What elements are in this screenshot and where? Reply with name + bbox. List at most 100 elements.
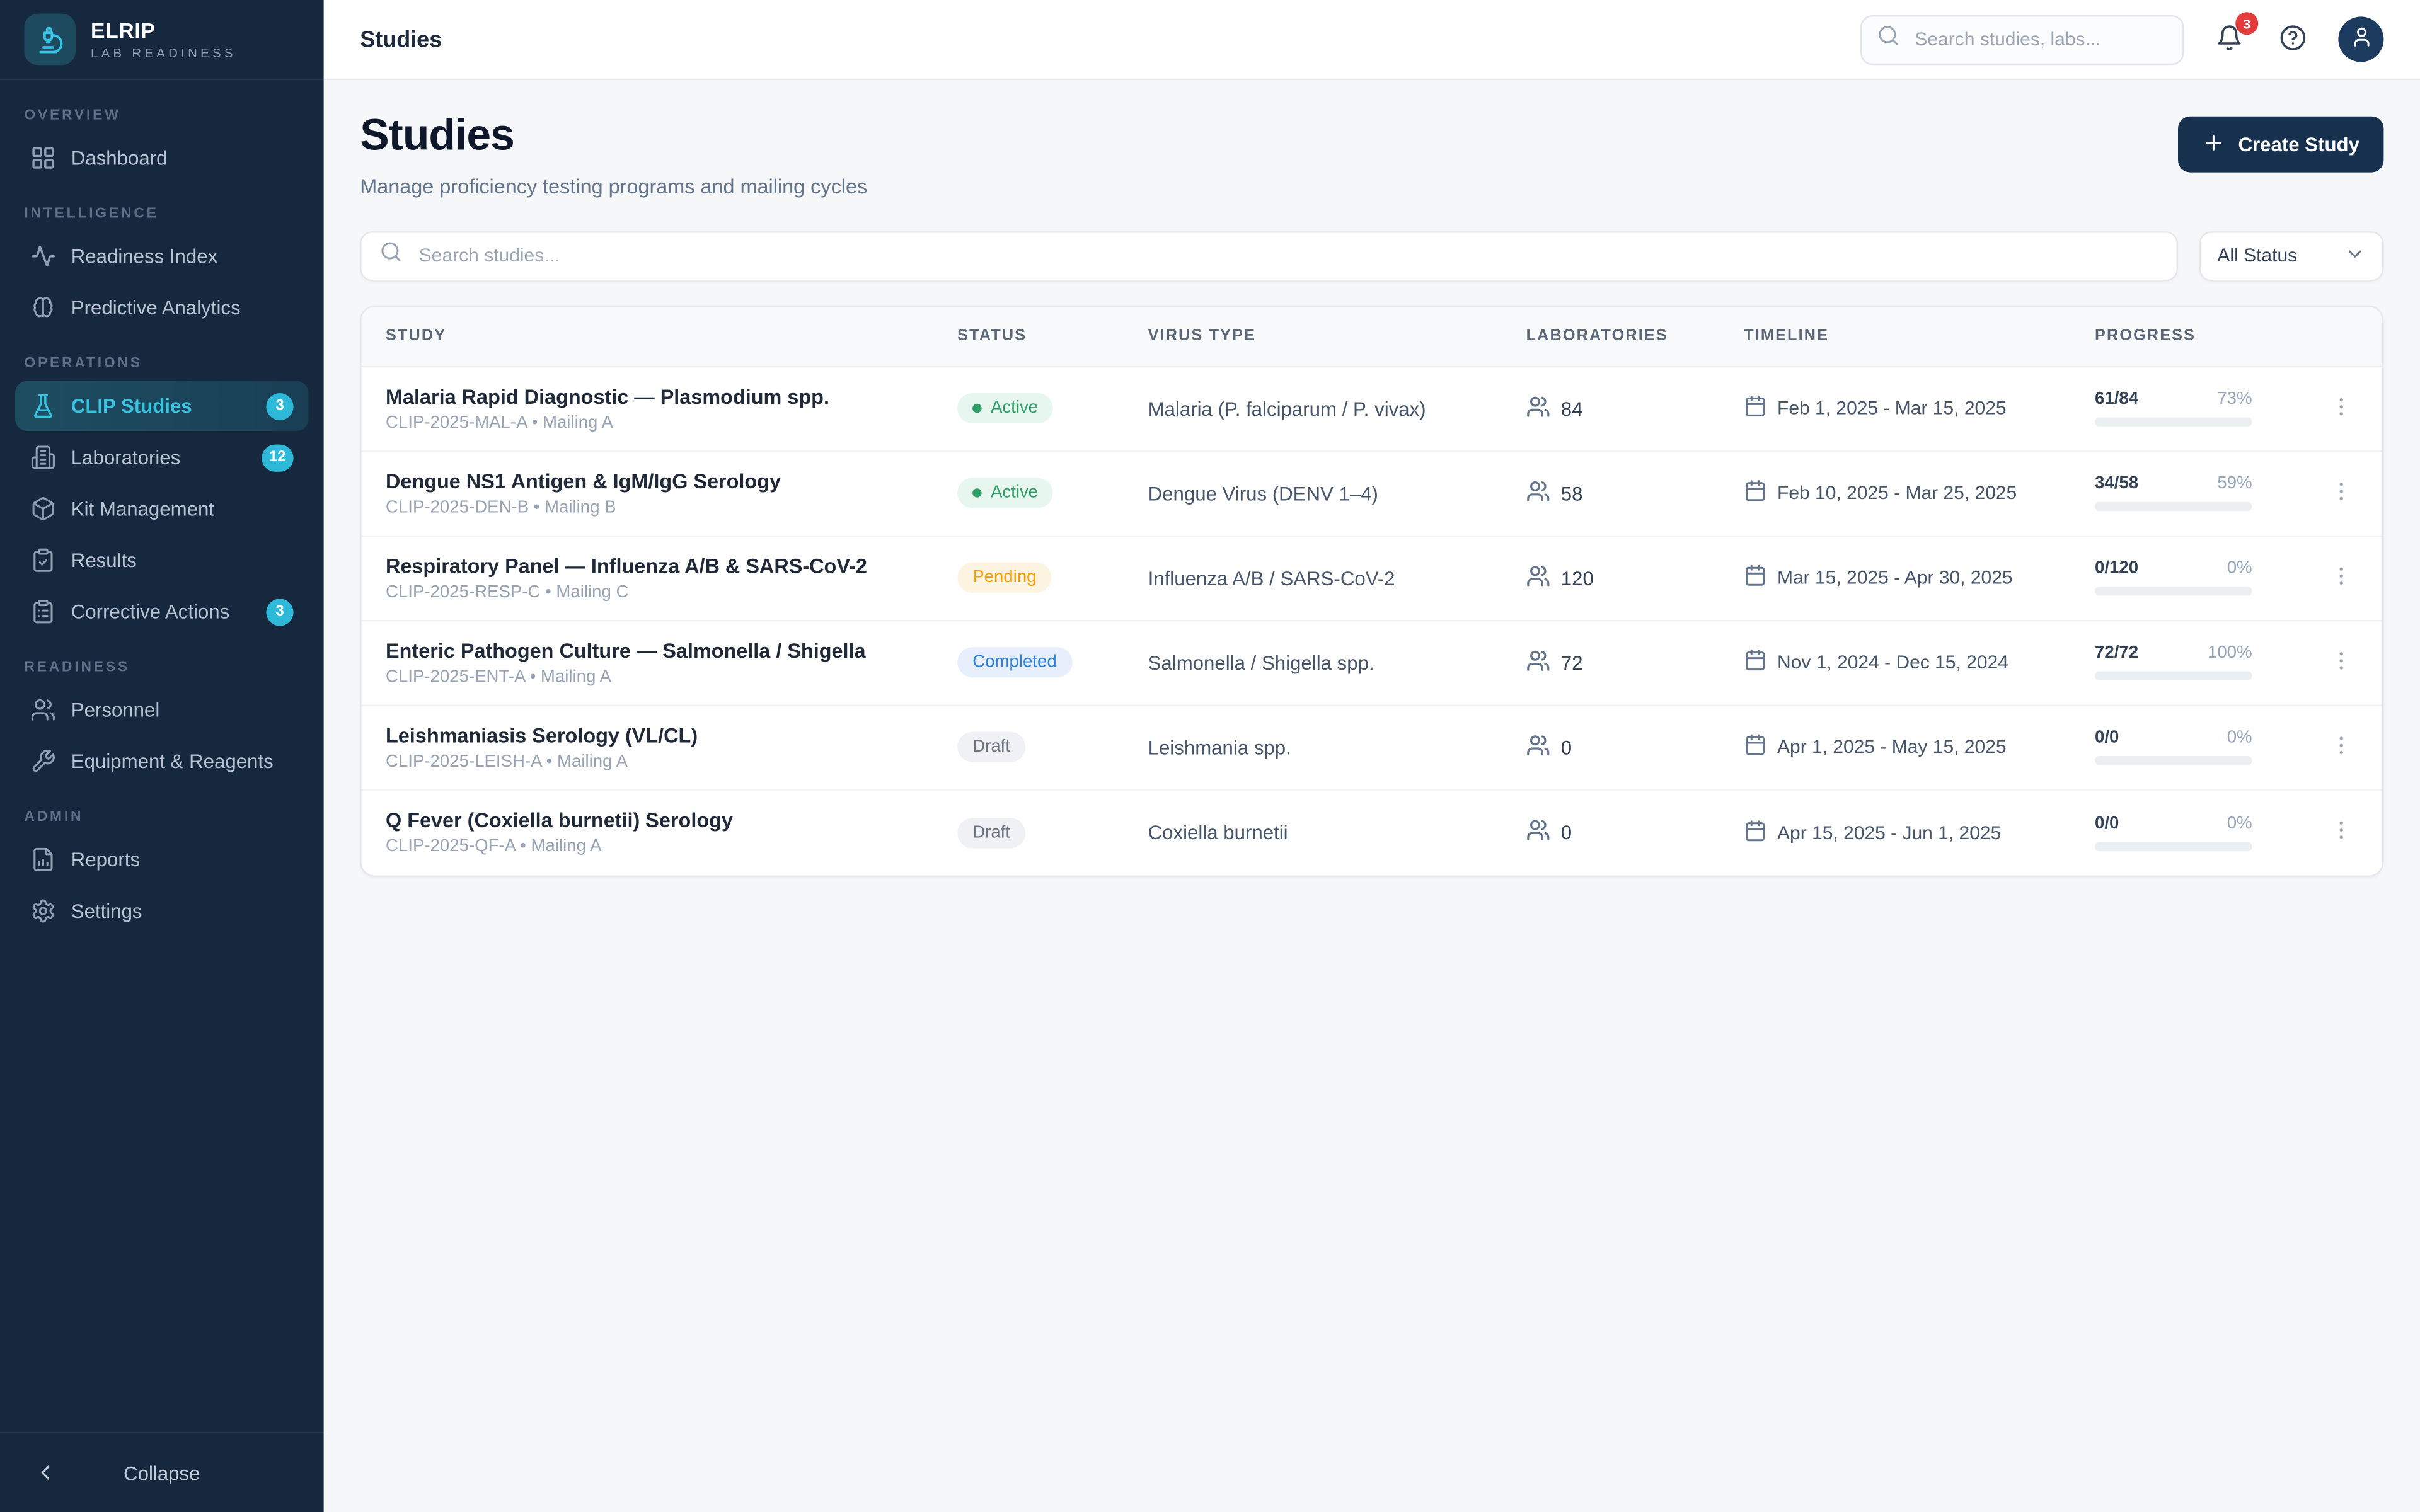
create-study-button[interactable]: Create Study <box>2178 117 2384 173</box>
flask-icon <box>30 393 56 419</box>
actions-cell <box>2322 728 2361 767</box>
table-body: Malaria Rapid Diagnostic — Plasmodium sp… <box>362 367 2382 875</box>
sidebar-item-label: Dashboard <box>71 147 294 169</box>
status-badge: Pending <box>957 563 1051 593</box>
timeline-text: Feb 1, 2025 - Mar 15, 2025 <box>1777 398 2007 420</box>
nav-section: READINESS Personnel Equipment & Reagents <box>15 638 309 786</box>
row-menu-button[interactable] <box>2322 559 2361 598</box>
virus-type-cell: Salmonella / Shigella spp. <box>1148 651 1526 674</box>
sidebar-item-label: Readiness Index <box>71 245 294 268</box>
sidebar-item-predictive-analytics[interactable]: Predictive Analytics <box>15 283 309 333</box>
timeline-text: Nov 1, 2024 - Dec 15, 2024 <box>1777 652 2008 673</box>
progress-bar <box>2095 418 2252 427</box>
row-menu-button[interactable] <box>2322 474 2361 513</box>
page-subtitle: Manage proficiency testing programs and … <box>360 175 867 198</box>
status-filter-select[interactable]: All Status <box>2199 231 2384 281</box>
sidebar-item-equipment-reagents[interactable]: Equipment & Reagents <box>15 736 309 786</box>
user-avatar[interactable] <box>2338 16 2383 62</box>
page-title: Studies <box>360 113 867 162</box>
virus-type-cell: Leishmania spp. <box>1148 736 1526 759</box>
search-icon <box>379 241 402 272</box>
nav-section-label: INTELLIGENCE <box>15 185 309 231</box>
timeline-text: Mar 15, 2025 - Apr 30, 2025 <box>1777 568 2013 589</box>
sidebar-item-kit-management[interactable]: Kit Management <box>15 484 309 534</box>
progress-cell: 0/120 0% <box>2095 560 2252 597</box>
users-icon <box>1526 394 1550 423</box>
status-cell: Pending <box>957 563 1148 593</box>
virus-type-cell: Influenza A/B / SARS-CoV-2 <box>1148 567 1526 590</box>
study-title: Leishmaniasis Serology (VL/CL) <box>386 724 930 747</box>
sidebar-item-settings[interactable]: Settings <box>15 886 309 936</box>
row-menu-button[interactable] <box>2322 813 2361 852</box>
kebab-icon <box>2329 479 2353 508</box>
sidebar-item-laboratories[interactable]: Laboratories12 <box>15 432 309 482</box>
table-row[interactable]: Q Fever (Coxiella burnetii) Serology CLI… <box>362 791 2382 875</box>
brain-icon <box>30 295 56 321</box>
report-icon <box>30 847 56 873</box>
study-meta: CLIP-2025-ENT-A • Mailing A <box>386 668 930 687</box>
notifications-button[interactable]: 3 <box>2211 21 2248 58</box>
table-row[interactable]: Dengue NS1 Antigen & IgM/IgG Serology CL… <box>362 452 2382 536</box>
table-header-row: Study Status Virus Type Laboratories Tim… <box>362 307 2382 367</box>
status-badge: Active <box>957 394 1053 424</box>
progress-fraction: 61/84 <box>2095 391 2138 409</box>
laboratories-count: 72 <box>1561 651 1583 674</box>
app-logo[interactable]: ELRIP LAB READINESS <box>0 0 324 80</box>
table-row[interactable]: Respiratory Panel — Influenza A/B & SARS… <box>362 537 2382 621</box>
sidebar-item-label: Personnel <box>71 699 294 721</box>
nav-section-label: OVERVIEW <box>15 86 309 133</box>
sidebar-item-personnel[interactable]: Personnel <box>15 685 309 735</box>
help-button[interactable] <box>2275 21 2312 58</box>
calendar-icon <box>1744 480 1766 507</box>
page-header: Studies Manage proficiency testing progr… <box>360 113 2383 198</box>
status-cell: Active <box>957 394 1148 424</box>
timeline-text: Apr 15, 2025 - Jun 1, 2025 <box>1777 822 2001 844</box>
sidebar-item-results[interactable]: Results <box>15 536 309 585</box>
table-row[interactable]: Enteric Pathogen Culture — Salmonella / … <box>362 621 2382 706</box>
laboratories-cell: 72 <box>1526 648 1744 677</box>
global-search-input[interactable] <box>1912 27 2168 51</box>
users-icon <box>1526 479 1550 508</box>
nav-section-label: READINESS <box>15 638 309 685</box>
study-cell: Leishmaniasis Serology (VL/CL) CLIP-2025… <box>386 724 957 770</box>
nav-section: OVERVIEW Dashboard <box>15 86 309 183</box>
progress-bar <box>2095 842 2252 851</box>
row-menu-button[interactable] <box>2322 389 2361 428</box>
progress-fraction: 0/120 <box>2095 560 2138 578</box>
column-header-study: Study <box>386 327 957 345</box>
timeline-cell: Mar 15, 2025 - Apr 30, 2025 <box>1744 564 2095 592</box>
study-title: Dengue NS1 Antigen & IgM/IgG Serology <box>386 470 930 493</box>
study-cell: Enteric Pathogen Culture — Salmonella / … <box>386 639 957 686</box>
actions-cell <box>2322 389 2361 428</box>
sidebar-item-corrective-actions[interactable]: Corrective Actions3 <box>15 587 309 636</box>
sidebar-item-clip-studies[interactable]: CLIP Studies3 <box>15 381 309 431</box>
sidebar-item-label: Equipment & Reagents <box>71 750 294 772</box>
sidebar-item-reports[interactable]: Reports <box>15 835 309 885</box>
progress-percent: 59% <box>2217 476 2252 494</box>
status-cell: Draft <box>957 818 1148 848</box>
collapse-button[interactable]: Collapse <box>0 1432 324 1512</box>
studies-search <box>360 231 2178 281</box>
progress-percent: 0% <box>2227 560 2252 578</box>
sidebar-item-dashboard[interactable]: Dashboard <box>15 133 309 183</box>
clipboard-list-icon <box>30 598 56 624</box>
app-subtitle: LAB READINESS <box>91 45 236 60</box>
clipboard-check-icon <box>30 547 56 573</box>
table-row[interactable]: Malaria Rapid Diagnostic — Plasmodium sp… <box>362 367 2382 452</box>
row-menu-button[interactable] <box>2322 728 2361 767</box>
timeline-text: Apr 1, 2025 - May 15, 2025 <box>1777 737 2007 759</box>
microscope-icon <box>24 14 76 66</box>
studies-table: Study Status Virus Type Laboratories Tim… <box>360 306 2383 877</box>
study-meta: CLIP-2025-DEN-B • Mailing B <box>386 499 930 517</box>
users-icon <box>1526 733 1550 762</box>
sidebar-item-badge: 3 <box>266 392 293 420</box>
progress-percent: 0% <box>2227 730 2252 748</box>
chevron-left-icon <box>33 1460 57 1484</box>
studies-search-input[interactable] <box>416 244 2158 268</box>
table-row[interactable]: Leishmaniasis Serology (VL/CL) CLIP-2025… <box>362 706 2382 791</box>
sidebar-item-readiness-index[interactable]: Readiness Index <box>15 231 309 281</box>
timeline-cell: Feb 1, 2025 - Mar 15, 2025 <box>1744 395 2095 422</box>
nav-section: INTELLIGENCE Readiness Index Predictive An… <box>15 185 309 333</box>
wrench-icon <box>30 748 56 774</box>
row-menu-button[interactable] <box>2322 643 2361 682</box>
